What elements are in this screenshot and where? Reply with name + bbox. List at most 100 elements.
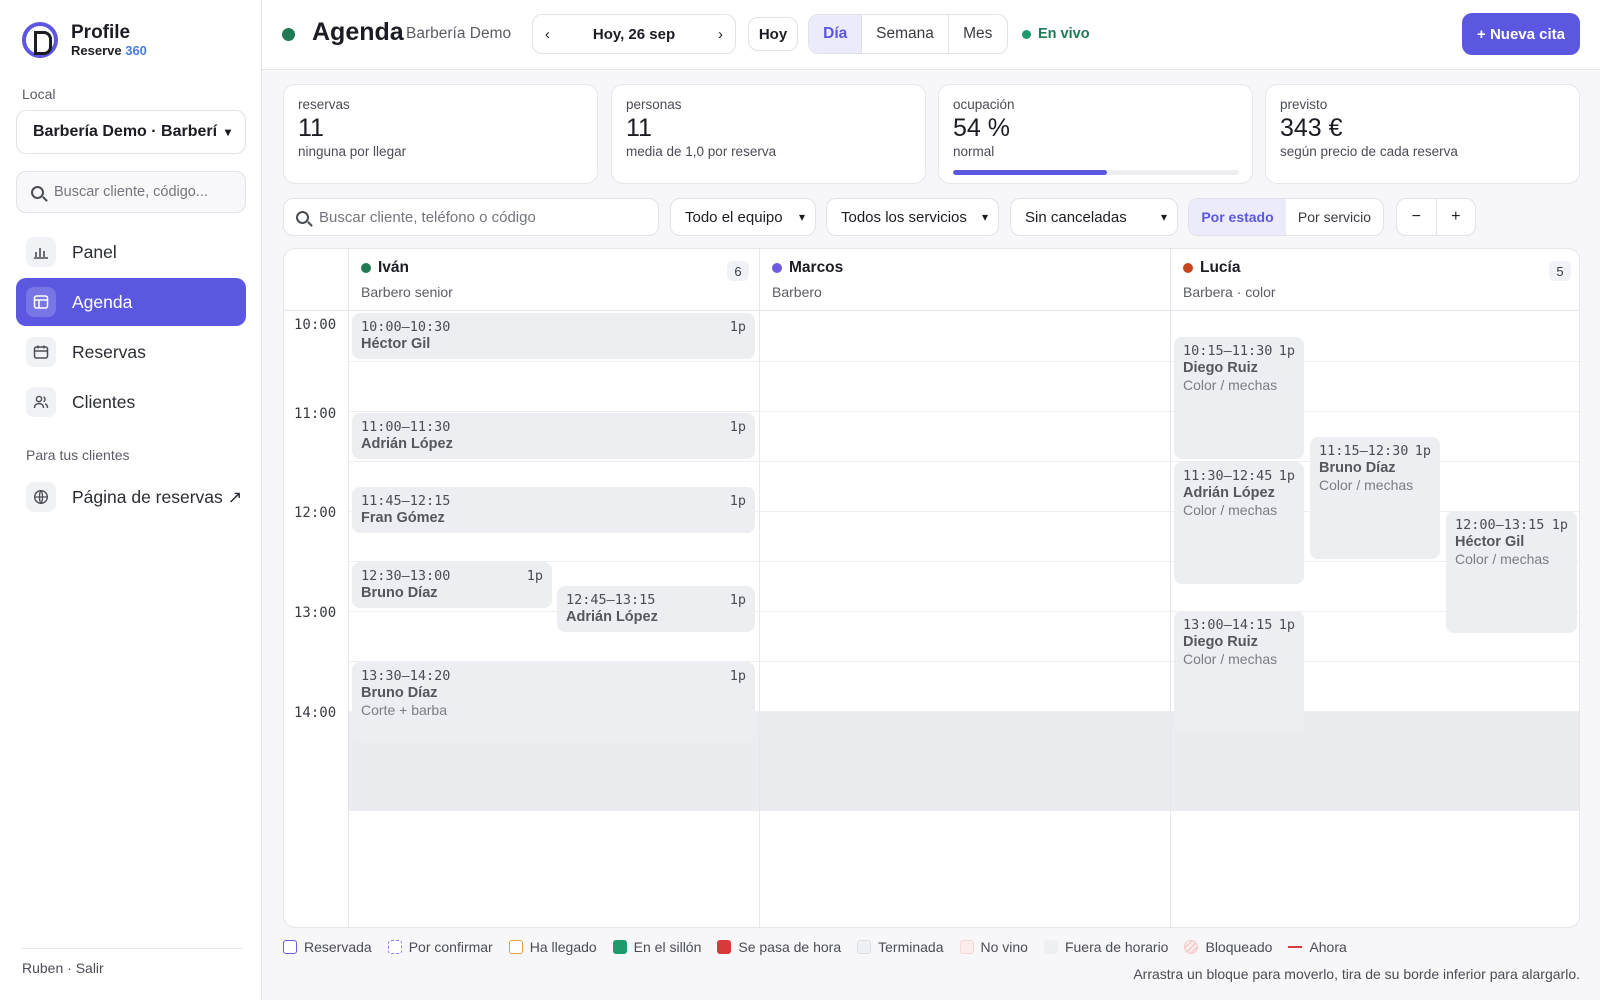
- sidebar-item-label: Página de reservas ↗: [72, 486, 243, 507]
- appointment-block[interactable]: 12:30–13:00 1p Bruno Díaz: [352, 562, 552, 608]
- zoom-out-button[interactable]: −: [1397, 199, 1437, 235]
- legend-item: Ha llegado: [508, 939, 597, 955]
- tab-mes[interactable]: Mes: [949, 15, 1007, 53]
- legend-item: No vino: [959, 939, 1028, 955]
- sidebar-search-input[interactable]: Buscar cliente, código...: [16, 171, 246, 213]
- user-footer-link[interactable]: Ruben · Salir: [22, 960, 104, 976]
- legend-swatch: [1288, 946, 1303, 948]
- staff-column-header: Lucía Barbera · color 5: [1170, 249, 1579, 311]
- staff-role: Barbero: [772, 284, 822, 300]
- stat-value: 54 %: [953, 114, 1010, 142]
- client-name: Bruno Díaz: [361, 685, 438, 701]
- top-bar: Agenda Barbería Demo ‹ Hoy, 26 sep › Hoy…: [262, 0, 1600, 70]
- date-navigator: ‹ Hoy, 26 sep ›: [532, 14, 736, 54]
- sidebar-item-panel[interactable]: Panel: [16, 228, 246, 276]
- agenda-search-input[interactable]: Buscar cliente, teléfono o código: [283, 198, 659, 236]
- chevron-down-icon: ▾: [981, 210, 988, 224]
- users-icon: [26, 387, 56, 417]
- appointment-block[interactable]: 12:00–13:15 1p Héctor Gil Color / mechas: [1446, 511, 1577, 633]
- zoom-control: − +: [1396, 198, 1476, 236]
- stat-sub: normal: [953, 144, 995, 159]
- search-icon: [31, 185, 44, 199]
- brand-title: Profile: [71, 22, 131, 43]
- time-label: 11:00: [294, 406, 337, 422]
- page-subtitle: Barbería Demo: [406, 25, 512, 42]
- toggle-por-estado[interactable]: Por estado: [1189, 199, 1286, 235]
- brand-logo[interactable]: Profile Reserve 360: [22, 22, 147, 58]
- local-select-value: Barbería Demo · Barberí: [33, 123, 218, 140]
- sidebar-item-agenda[interactable]: Agenda: [16, 278, 246, 326]
- status-dot: [282, 28, 295, 41]
- zoom-in-button[interactable]: +: [1437, 199, 1476, 235]
- stat-label: personas: [626, 97, 682, 112]
- stat-value: 11: [298, 114, 324, 142]
- calendar-grid-icon: [26, 287, 56, 317]
- time-label: 12:00: [294, 505, 337, 521]
- divider: [22, 948, 242, 949]
- sidebar-item-clientes[interactable]: Clientes: [16, 378, 246, 426]
- status-legend: Reservada Por confirmar Ha llegado En el…: [283, 939, 1363, 955]
- brand-subtitle: Reserve 360: [71, 43, 147, 58]
- stat-value: 343 €: [1280, 114, 1343, 142]
- chevron-left-icon[interactable]: ‹: [545, 26, 550, 43]
- staff-name: Lucía: [1200, 259, 1241, 276]
- occupancy-progress-bar: [953, 170, 1239, 175]
- appointment-block[interactable]: 11:00–11:30 1p Adrián López: [352, 413, 755, 459]
- client-name: Adrián López: [361, 436, 453, 452]
- sidebar-item-label: Reservas: [72, 341, 146, 362]
- service-name: Color / mechas: [1183, 502, 1278, 518]
- search-icon: [296, 210, 309, 224]
- agenda-search-placeholder: Buscar cliente, teléfono o código: [319, 208, 536, 226]
- client-name: Adrián López: [1183, 485, 1275, 501]
- view-switcher: Día Semana Mes: [808, 14, 1008, 54]
- appointment-block[interactable]: 11:15–12:30 1p Bruno Díaz Color / mechas: [1310, 437, 1440, 559]
- bar-chart-icon: [26, 237, 56, 267]
- sidebar-item-label: Panel: [72, 241, 117, 262]
- toggle-por-servicio[interactable]: Por servicio: [1286, 199, 1383, 235]
- sidebar: Profile Reserve 360 Local Barbería Demo …: [0, 0, 262, 1000]
- stat-sub: según precio de cada reserva: [1280, 144, 1458, 159]
- tab-semana[interactable]: Semana: [862, 15, 949, 53]
- live-dot-icon: [1022, 29, 1031, 39]
- staff-color-dot: [772, 263, 782, 273]
- stat-card-personas: personas 11 media de 1,0 por reserva: [611, 84, 926, 184]
- sidebar-item-booking-page[interactable]: Página de reservas ↗: [16, 473, 246, 521]
- chevron-down-icon: ▾: [224, 125, 231, 139]
- team-select[interactable]: Todo el equipo ▾: [670, 198, 816, 236]
- tab-dia[interactable]: Día: [809, 15, 863, 53]
- sidebar-item-reservas[interactable]: Reservas: [16, 328, 246, 376]
- logo-icon: [22, 22, 58, 58]
- chevron-right-icon[interactable]: ›: [718, 26, 723, 43]
- services-select[interactable]: Todos los servicios ▾: [826, 198, 999, 236]
- staff-color-dot: [1183, 263, 1193, 273]
- appointment-block[interactable]: 11:45–12:15 1p Fran Gómez: [352, 487, 755, 533]
- new-appointment-button[interactable]: + Nueva cita: [1462, 13, 1580, 55]
- drag-hint: Arrastra un bloque para moverlo, tira de…: [1133, 966, 1580, 982]
- appointment-block[interactable]: 13:00–14:15 1p Diego Ruiz Color / mechas: [1174, 611, 1304, 733]
- legend-swatch: [717, 940, 732, 954]
- legend-item: Bloqueado: [1184, 939, 1272, 955]
- legend-item: Por confirmar: [387, 939, 493, 955]
- appointment-block[interactable]: 13:30–14:20 1p Bruno Díaz Corte + barba: [352, 662, 755, 742]
- client-name: Héctor Gil: [1455, 534, 1525, 550]
- service-name: Color / mechas: [1319, 477, 1414, 493]
- staff-role: Barbero senior: [361, 284, 453, 300]
- legend-swatch: [387, 940, 402, 954]
- appointment-block[interactable]: 12:45–13:15 1p Adrián López: [557, 586, 755, 632]
- legend-swatch: [612, 940, 627, 954]
- local-select[interactable]: Barbería Demo · Barberí ▾: [16, 110, 246, 154]
- staff-column-header: Iván Barbero senior 6: [348, 249, 759, 311]
- appointment-block[interactable]: 10:15–11:30 1p Diego Ruiz Color / mechas: [1174, 337, 1304, 459]
- legend-item: Se pasa de hora: [717, 939, 841, 955]
- legend-item: Fuera de horario: [1043, 939, 1168, 955]
- current-date[interactable]: Hoy, 26 sep: [593, 26, 675, 43]
- status-select[interactable]: Sin canceladas ▾: [1010, 198, 1178, 236]
- today-button[interactable]: Hoy: [748, 17, 798, 51]
- stat-label: reservas: [298, 97, 350, 112]
- appointment-block[interactable]: 10:00–10:30 1p Héctor Gil: [352, 313, 755, 359]
- appointment-block[interactable]: 11:30–12:45 1p Adrián López Color / mecha…: [1174, 462, 1304, 584]
- group-by-toggle: Por estado Por servicio: [1188, 198, 1384, 236]
- time-label: 10:00: [294, 317, 337, 333]
- section-label: Para tus clientes: [26, 447, 130, 463]
- stat-label: previsto: [1280, 97, 1328, 112]
